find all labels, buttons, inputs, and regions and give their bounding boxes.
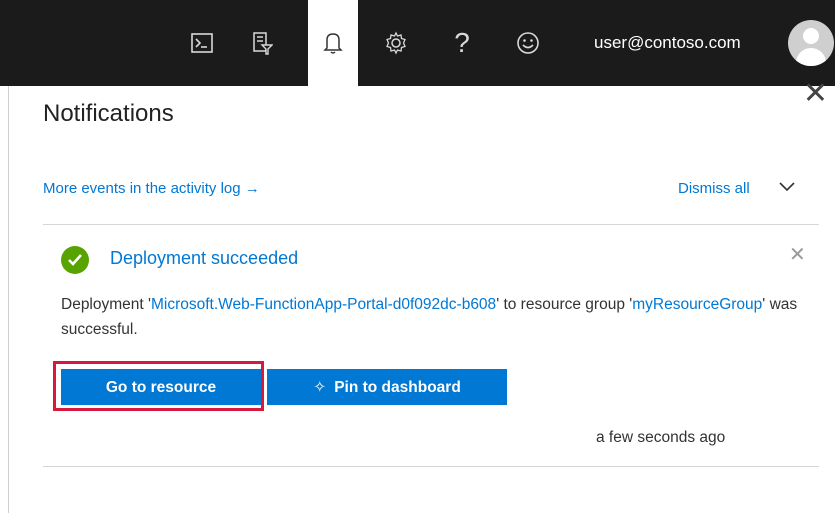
directory-filter-icon[interactable] <box>240 0 284 86</box>
dismiss-all-link[interactable]: Dismiss all <box>678 180 750 197</box>
dismiss-notification-icon[interactable]: ✕ <box>789 242 806 267</box>
chevron-down-icon[interactable] <box>779 176 795 197</box>
user-email[interactable]: user@contoso.com <box>594 0 741 86</box>
notifications-panel: Notifications ✕ More events in the activ… <box>8 77 835 513</box>
help-icon[interactable]: ? <box>440 0 484 86</box>
avatar[interactable] <box>788 20 834 66</box>
avatar-head <box>803 28 819 44</box>
top-bar: ? user@contoso.com <box>0 0 835 86</box>
divider-bottom <box>43 466 819 467</box>
activity-log-link[interactable]: More events in the activity log → <box>43 180 260 197</box>
feedback-smiley-icon[interactable] <box>506 0 550 86</box>
divider-top <box>43 224 819 225</box>
success-check-icon <box>61 246 89 274</box>
notification-timestamp: a few seconds ago <box>596 429 726 446</box>
notification-message: Deployment 'Microsoft.Web-FunctionApp-Po… <box>61 292 801 342</box>
settings-gear-icon[interactable] <box>374 0 418 86</box>
avatar-body <box>796 48 826 66</box>
pin-icon: ✧ <box>313 379 327 396</box>
notification-title: Deployment succeeded <box>110 248 299 268</box>
pin-to-dashboard-label: Pin to dashboard <box>334 379 461 396</box>
notifications-bell-icon[interactable] <box>308 0 358 86</box>
close-panel-icon[interactable]: ✕ <box>803 76 828 111</box>
resource-group-link[interactable]: myResourceGroup <box>632 296 762 313</box>
message-text-2: ' to resource group ' <box>496 296 633 313</box>
pin-to-dashboard-button[interactable]: ✧ Pin to dashboard <box>267 369 507 405</box>
message-text-1: Deployment ' <box>61 296 151 313</box>
cloud-shell-icon[interactable] <box>180 0 224 86</box>
resource-name-link[interactable]: Microsoft.Web-FunctionApp-Portal-d0f092d… <box>151 296 496 313</box>
panel-title: Notifications <box>43 100 174 127</box>
go-to-resource-button[interactable]: Go to resource <box>61 369 261 405</box>
